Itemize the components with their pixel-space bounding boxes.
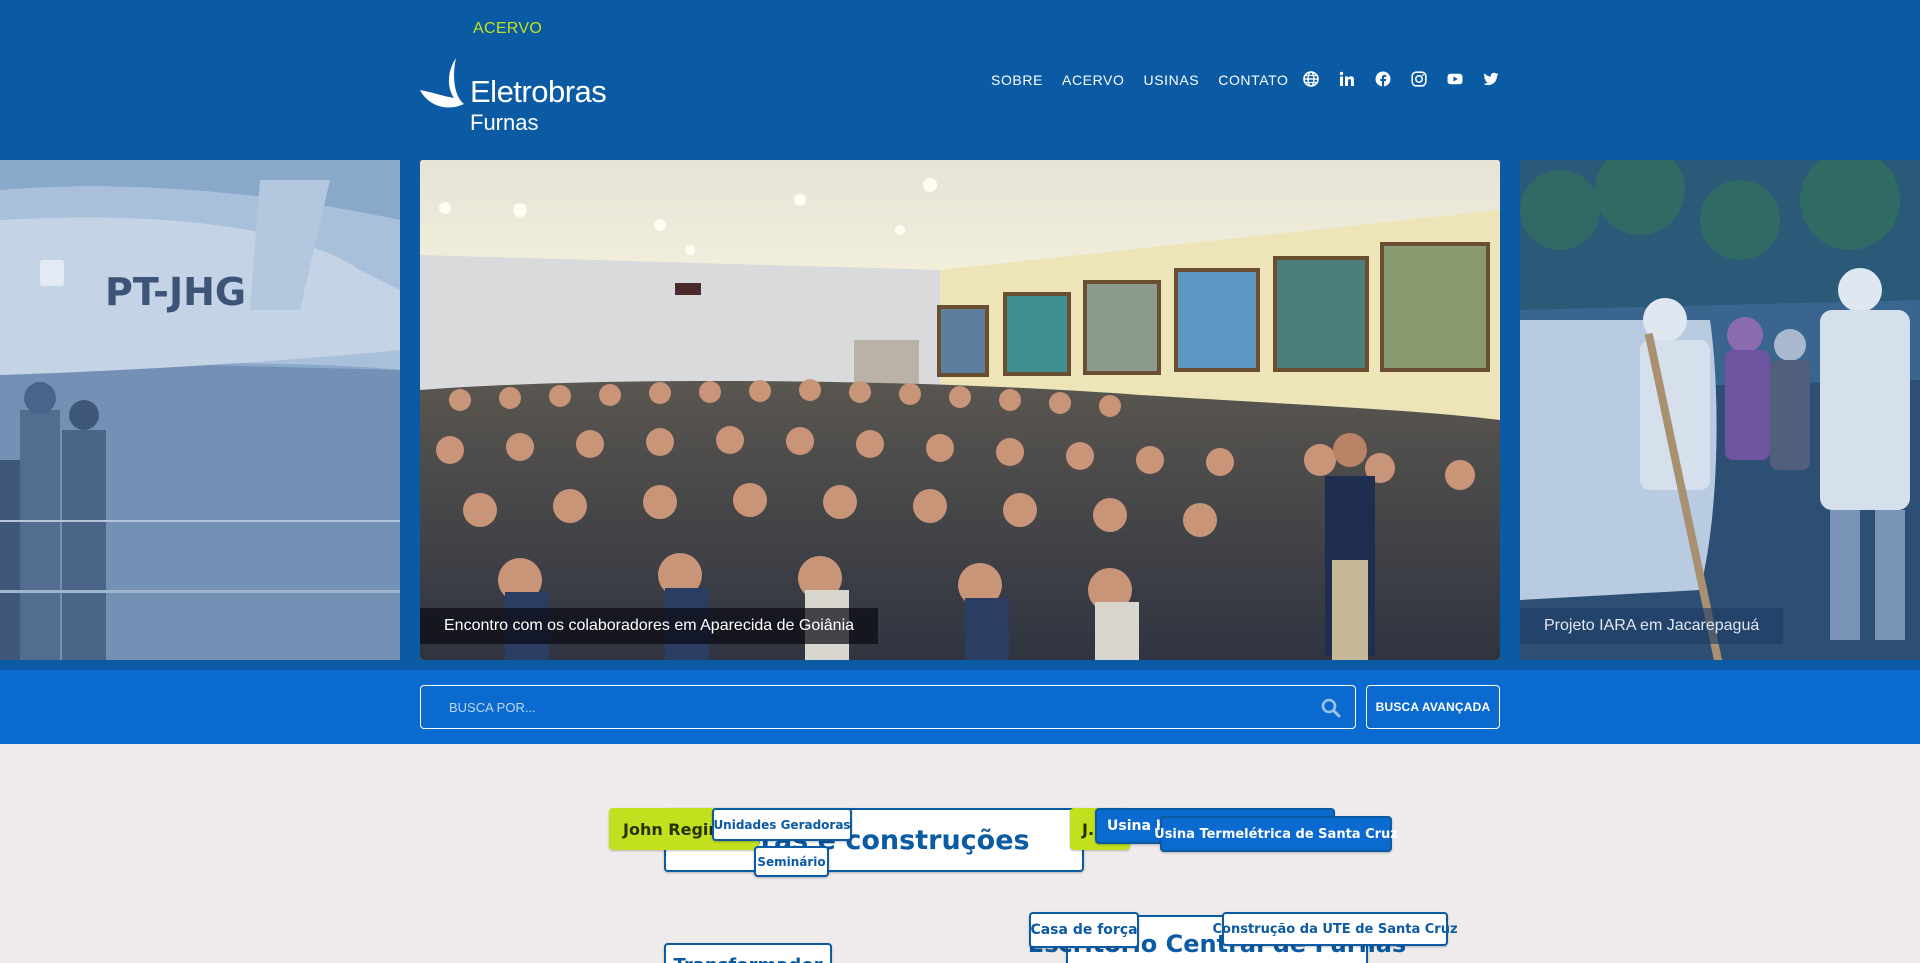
logo-wordmark: Eletrobras [470,74,607,109]
meeting-photo [420,160,1500,660]
carousel-slide-previous[interactable]: PT-JHG [0,160,400,660]
next-slide-caption: Projeto IARA em Jacarepaguá [1520,608,1784,644]
search-input[interactable] [421,686,1355,728]
youtube-icon[interactable] [1446,70,1464,88]
airplane-photo: PT-JHG [0,160,400,660]
section-kicker[interactable]: ACERVO [473,20,542,38]
search-icon[interactable] [1321,698,1341,718]
instagram-icon[interactable] [1410,70,1428,88]
nav-usinas[interactable]: USINAS [1144,72,1200,88]
nav-sobre[interactable]: SOBRE [991,72,1043,88]
tag-usina-termeletrica-santa-cruz[interactable]: Usina Termelétrica de Santa Cruz [1154,816,1398,852]
plane-registration-text: PT-JHG [105,270,246,314]
active-slide-caption: Encontro com os colaboradores em Apareci… [420,608,879,644]
nav-acervo[interactable]: ACERVO [1062,72,1124,88]
twitter-icon[interactable] [1482,70,1500,88]
facebook-icon[interactable] [1374,70,1392,88]
image-carousel: PT-JHG Encontro com os colaboradores em … [0,160,1920,670]
tag-casa-de-forca[interactable]: Casa de força [1029,912,1139,948]
tag-bottom-left[interactable]: Transformador [664,943,832,963]
site-header: ACERVO Eletrobras Furnas SOBRE ACERVO US… [0,0,1920,160]
advanced-search-button[interactable]: BUSCA AVANÇADA [1366,685,1500,729]
linkedin-icon[interactable] [1338,70,1356,88]
social-links [1302,70,1500,88]
tag-seminario[interactable]: Seminário [754,846,829,877]
carousel-slide-next[interactable]: Projeto IARA em Jacarepaguá [1520,160,1920,660]
tag-construcao-ute-santa-cruz[interactable]: Construção da UTE de Santa Cruz [1212,912,1458,946]
globe-icon[interactable] [1302,70,1320,88]
search-field-wrapper [420,685,1356,729]
workers-photo [1520,160,1920,660]
tag-unidades-geradoras[interactable]: Unidades Geradoras [712,808,852,841]
carousel-slide-active[interactable]: Encontro com os colaboradores em Apareci… [420,160,1500,660]
search-section: BUSCA AVANÇADA [0,670,1920,744]
logo-subtitle: Furnas [470,110,539,135]
main-nav: SOBRE ACERVO USINAS CONTATO [991,72,1289,88]
nav-contato[interactable]: CONTATO [1218,72,1288,88]
